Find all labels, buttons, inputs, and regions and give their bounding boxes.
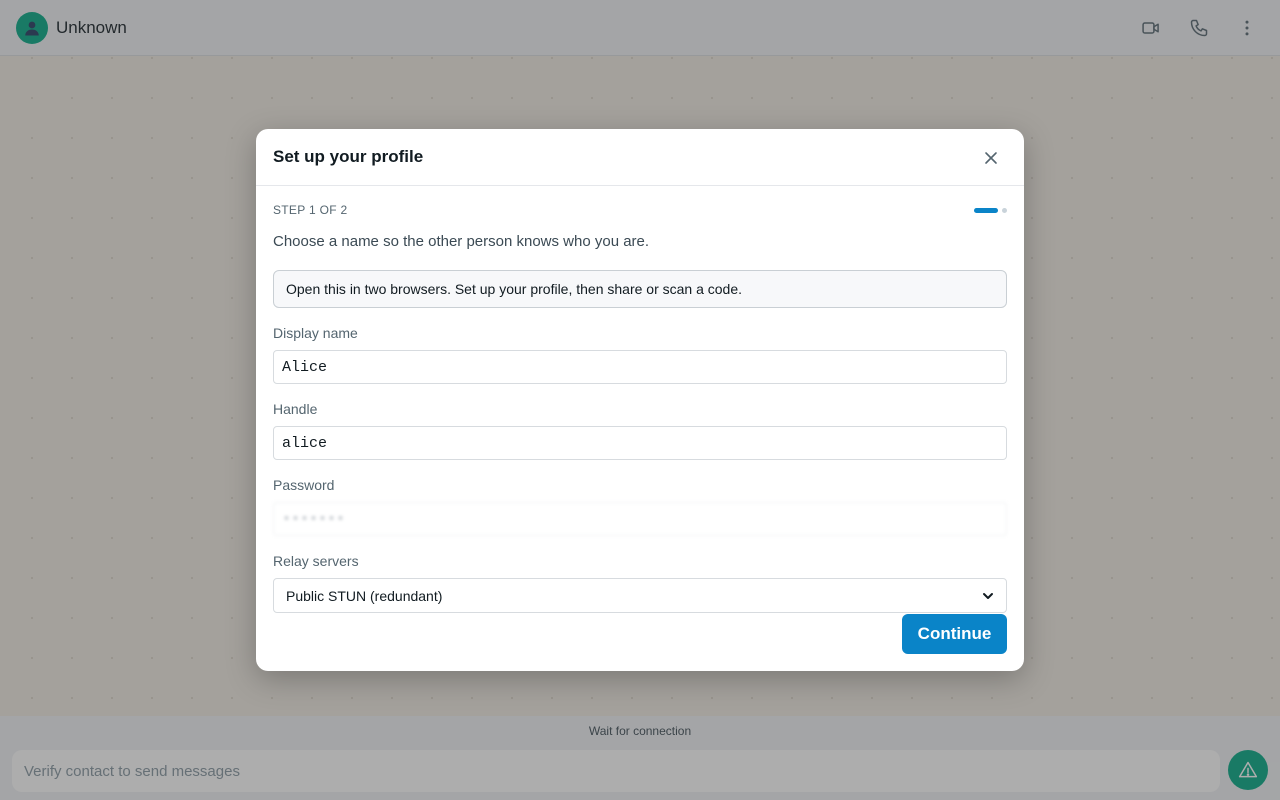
- close-icon: [985, 152, 997, 164]
- dialog-body: STEP 1 OF 2 Choose a name so the other p…: [256, 186, 1024, 613]
- profile-setup-dialog: Set up your profile STEP 1 OF 2 Choose a…: [256, 129, 1024, 671]
- step-dot: [1002, 208, 1007, 213]
- dialog-header: Set up your profile: [256, 129, 1024, 186]
- step-progress-dots: [974, 208, 1007, 213]
- display-name-input[interactable]: [273, 350, 1007, 384]
- relay-servers-value: Public STUN (redundant): [286, 587, 443, 604]
- step-dot-active: [974, 208, 998, 213]
- display-name-label: Display name: [273, 325, 358, 341]
- info-box: Open this in two browsers. Set up your p…: [273, 270, 1007, 308]
- step-label: STEP 1 OF 2: [273, 203, 348, 217]
- intro-text: Choose a name so the other person knows …: [273, 233, 650, 250]
- handle-input[interactable]: [273, 426, 1007, 460]
- relay-servers-label: Relay servers: [273, 553, 359, 569]
- dialog-title: Set up your profile: [273, 147, 424, 166]
- step-indicator: STEP 1 OF 2: [273, 186, 1007, 234]
- info-text: Open this in two browsers. Set up your p…: [286, 281, 743, 297]
- close-button[interactable]: [976, 143, 1006, 173]
- continue-button[interactable]: Continue: [902, 614, 1007, 654]
- relay-servers-select[interactable]: Public STUN (redundant): [273, 578, 1007, 613]
- handle-label: Handle: [273, 401, 318, 417]
- chevron-down-icon: [983, 592, 993, 599]
- password-input[interactable]: [273, 502, 1007, 536]
- password-label: Password: [273, 477, 335, 493]
